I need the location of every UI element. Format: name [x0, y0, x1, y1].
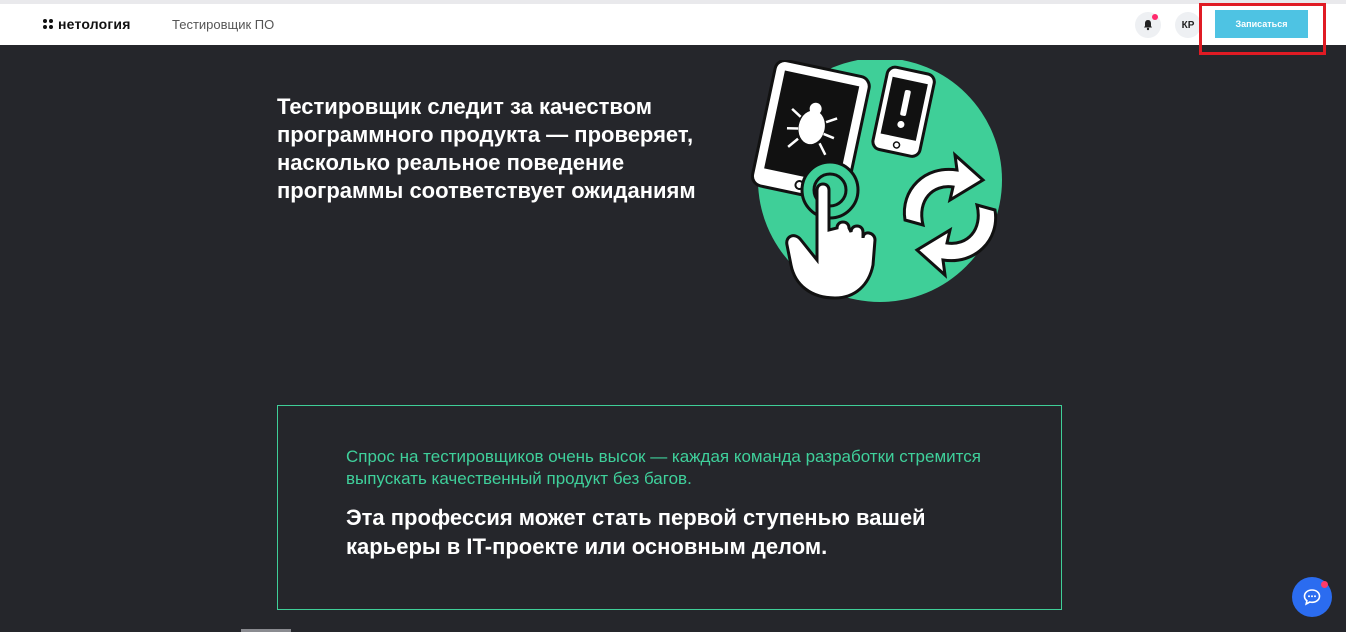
- chat-notification-dot: [1321, 581, 1328, 588]
- info-accent-text: Спрос на тестировщиков очень высок — каж…: [346, 447, 981, 488]
- chat-button[interactable]: [1292, 577, 1332, 617]
- tester-illustration: [750, 60, 1002, 302]
- user-avatar[interactable]: КР: [1175, 12, 1201, 38]
- top-navigation-bar: нетология Тестировщик ПО КР Записаться: [0, 4, 1346, 45]
- course-title[interactable]: Тестировщик ПО: [172, 17, 274, 32]
- hero-heading: Тестировщик следит за качеством программ…: [277, 94, 696, 203]
- notifications-button[interactable]: [1135, 12, 1161, 38]
- info-box: Спрос на тестировщиков очень высок — каж…: [277, 405, 1062, 610]
- chat-icon: [1303, 589, 1321, 606]
- highlight-box: [1199, 3, 1326, 55]
- info-main-text: Эта профессия может стать первой ступень…: [346, 505, 926, 559]
- logo[interactable]: нетология: [43, 16, 131, 32]
- logo-icon: [43, 19, 53, 29]
- logo-text: нетология: [58, 16, 131, 32]
- notification-dot: [1152, 14, 1158, 20]
- bell-icon: [1144, 20, 1152, 31]
